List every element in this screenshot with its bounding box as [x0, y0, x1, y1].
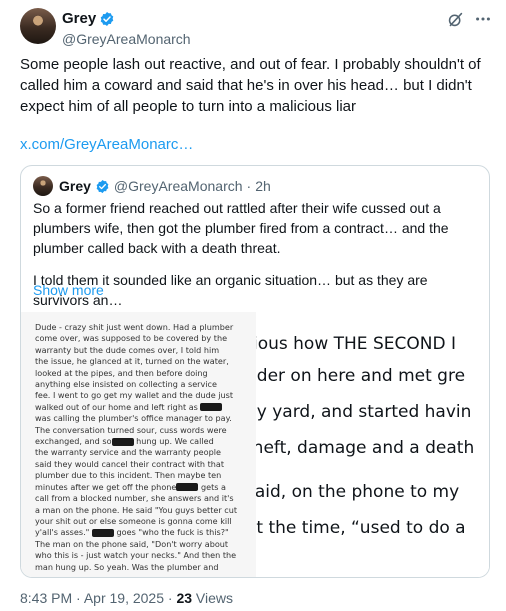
tweet-text: Some people lash out reactive, and out o…: [20, 56, 481, 115]
media-text-line: anything else insisted on collecting a s…: [35, 379, 244, 390]
media-text-segment: walked out of our home and left right as: [35, 401, 201, 412]
media-large-text-line: said, on the phone to my: [256, 482, 460, 502]
quote-media[interactable]: Dude - crazy shit just went down. Had a …: [21, 312, 489, 577]
media-text-segment: the warranty service and the warranty pe…: [35, 447, 221, 458]
media-text-line: plumber due to this incident. Then maybe…: [35, 470, 244, 481]
quote-header: Grey @GreyAreaMonarch · 2h: [33, 176, 271, 196]
author-name[interactable]: Grey: [62, 10, 96, 28]
media-text-segment: your shit out or else someone is gonna c…: [35, 515, 232, 526]
redaction-mark: [176, 483, 199, 492]
media-text-line: walked out of our home and left right as: [35, 402, 244, 413]
media-text-segment: minutes after we get off the phone: [35, 481, 177, 492]
views-label: Views: [195, 590, 234, 606]
media-text-segment: man hung up. So yeah. Was the plumber an…: [35, 561, 219, 572]
author-handle[interactable]: @GreyAreaMonarch: [62, 30, 191, 48]
media-text-line: looked at the pipes, and then before doi…: [35, 368, 244, 379]
media-text-segment: who this is - just watch your necks." An…: [35, 550, 237, 561]
tweet-link[interactable]: x.com/GreyAreaMonarc…: [20, 136, 193, 153]
quote-time: 2h: [255, 178, 271, 194]
media-text-line: said they would cancel their contract wi…: [35, 459, 244, 470]
media-text-line: come over, was supposed to be covered by…: [35, 333, 244, 344]
views-count: 23: [176, 590, 193, 606]
verified-badge-icon: [96, 179, 109, 193]
grok-icon[interactable]: [446, 10, 464, 28]
author-name-row: Grey: [62, 10, 191, 28]
media-text-segment: gets a: [198, 481, 227, 492]
avatar[interactable]: [20, 8, 56, 44]
redaction-mark: [111, 437, 134, 446]
media-text-line: call from a blocked number, she answers …: [35, 493, 244, 504]
show-more-link[interactable]: Show more: [33, 282, 104, 298]
media-text-line: warranty but the dude comes over, I told…: [35, 345, 244, 356]
footer-separator: ·: [167, 590, 173, 606]
media-screenshot-right: rious how THE SECOND I uder on here and m…: [256, 312, 489, 577]
quote-text: So a former friend reached out rattled a…: [33, 198, 479, 322]
media-text-segment: come over, was supposed to be covered by…: [35, 333, 228, 344]
quote-separator: ·: [246, 178, 252, 194]
footer-separator: ·: [76, 590, 81, 606]
tweet-header: Grey @GreyAreaMonarch: [20, 8, 492, 48]
media-text-line: your shit out or else someone is gonna c…: [35, 516, 244, 527]
media-large-text-line: ny yard, and started havin: [256, 402, 472, 422]
media-text-segment: The conversation turned sour, cuss words…: [35, 424, 227, 435]
media-text-segment: looked at the pipes, and then before doi…: [35, 367, 208, 378]
media-text-segment: the issue, he glanced at it, turned on t…: [35, 356, 229, 367]
media-text-segment: The man on the phone said, "Don't worry …: [35, 538, 229, 549]
media-text-line: the issue, he glanced at it, turned on t…: [35, 356, 244, 367]
media-text-segment: was calling the plumber's office manager…: [35, 413, 232, 424]
media-text-line: y'all's asses." goes "who the fuck is th…: [35, 527, 244, 538]
media-text-segment: Dude - crazy shit just went down. Had a …: [35, 322, 234, 332]
media-screenshot-left: Dude - crazy shit just went down. Had a …: [21, 312, 256, 577]
media-text-line: was calling the plumber's office manager…: [35, 413, 244, 424]
author-info: Grey @GreyAreaMonarch: [62, 10, 191, 48]
redaction-mark: [91, 528, 114, 537]
media-text-line: who this is - just watch your necks." An…: [35, 550, 244, 561]
media-large-text-line: theft, damage and a death: [256, 438, 475, 458]
quote-avatar: [33, 176, 53, 196]
quote-author-name: Grey: [59, 178, 91, 194]
media-text-segment: call from a blocked number, she answers …: [35, 493, 234, 504]
media-text-line: minutes after we get off the phone gets …: [35, 482, 244, 493]
media-text-segment: goes "who the fuck is this?": [113, 527, 229, 538]
media-text-segment: y'all's asses.": [35, 527, 92, 538]
media-text-segment: hung up. We called: [133, 436, 214, 447]
media-text-segment: said they would cancel their contract wi…: [35, 458, 225, 469]
media-text-line: Dude - crazy shit just went down. Had a …: [35, 322, 244, 333]
media-large-text-line: at the time, “used to do a: [256, 518, 466, 538]
media-large-text-line: rious how THE SECOND I: [256, 334, 456, 354]
quote-paragraph-1: So a former friend reached out rattled a…: [33, 200, 449, 256]
media-text-segment: fee. I went to go get my wallet and the …: [35, 390, 234, 401]
post-date[interactable]: Apr 19, 2025: [84, 590, 164, 606]
more-icon[interactable]: [474, 10, 492, 28]
media-text-line: The conversation turned sour, cuss words…: [35, 425, 244, 436]
media-large-text-line: uder on here and met gre: [256, 366, 466, 386]
media-text-line: a man on the phone. He said "You guys be…: [35, 505, 244, 516]
media-text-segment: warranty but the dude comes over, I told…: [35, 344, 220, 355]
media-text-line: fee. I went to go get my wallet and the …: [35, 390, 244, 401]
media-text-line: The man on the phone said, "Don't worry …: [35, 539, 244, 550]
redaction-mark: [200, 403, 223, 412]
media-text-segment: anything else insisted on collecting a s…: [35, 379, 217, 390]
verified-badge-icon: [100, 12, 114, 26]
quote-tweet[interactable]: Grey @GreyAreaMonarch · 2h So a former f…: [20, 165, 490, 578]
media-text-line: exchanged, and so hung up. We called: [35, 436, 244, 447]
media-text-segment: plumber due to this incident. Then maybe…: [35, 470, 222, 481]
media-text-segment: a man on the phone. He said "You guys be…: [35, 504, 238, 515]
header-actions: [446, 10, 492, 28]
quote-author-handle: @GreyAreaMonarch: [113, 178, 243, 194]
media-text-line: man hung up. So yeah. Was the plumber an…: [35, 562, 244, 573]
post-time[interactable]: 8:43 PM: [20, 590, 72, 606]
media-text-segment: exchanged, and so: [35, 436, 112, 447]
media-text-line: the warranty service and the warranty pe…: [35, 447, 244, 458]
tweet-footer: 8:43 PM · Apr 19, 2025 · 23 Views: [20, 590, 233, 606]
